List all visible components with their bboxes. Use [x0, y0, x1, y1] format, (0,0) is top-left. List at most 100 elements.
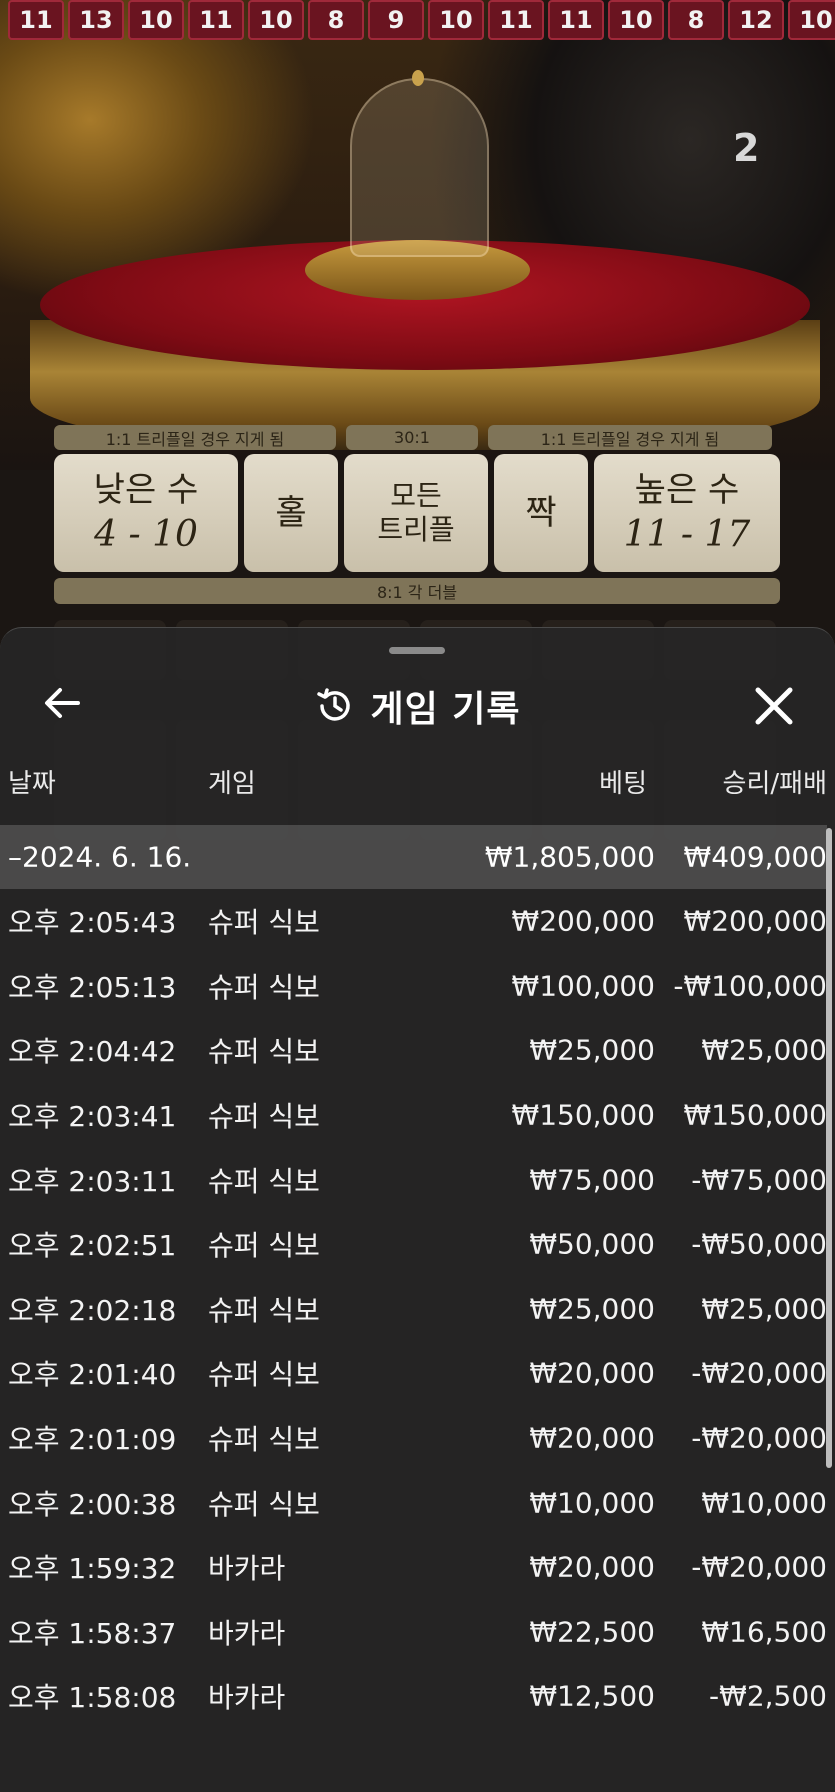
- dealer-number: 2: [733, 126, 760, 170]
- history-result: 13: [68, 0, 124, 40]
- row-win: -₩20,000: [691, 1550, 827, 1584]
- bet-any-triple[interactable]: 모든 트리플: [344, 454, 488, 572]
- row-win: ₩150,000: [683, 1098, 827, 1132]
- history-result: 11: [548, 0, 604, 40]
- table-row[interactable]: 오후 1:58:08 바카라 ₩12,500 -₩2,500: [0, 1664, 827, 1729]
- history-result: 11: [8, 0, 64, 40]
- row-win: ₩25,000: [701, 1033, 827, 1067]
- row-win: -₩2,500: [709, 1679, 827, 1713]
- table-row[interactable]: 오후 1:58:37 바카라 ₩22,500 ₩16,500: [0, 1600, 827, 1665]
- row-time: 오후 2:03:41: [8, 1100, 177, 1134]
- row-win: -₩20,000: [691, 1421, 827, 1455]
- row-bet: ₩20,000: [529, 1421, 655, 1455]
- history-result: 9: [368, 0, 424, 40]
- payout-label: 1:1 트리플일 경우 지게 됨: [488, 425, 772, 450]
- table-row[interactable]: 오후 2:02:18 슈퍼 식보 ₩25,000 ₩25,000: [0, 1277, 827, 1342]
- close-button[interactable]: [746, 678, 802, 734]
- bet-range: 4 - 10: [94, 513, 198, 555]
- history-result: 12: [728, 0, 784, 40]
- history-result: 10: [128, 0, 184, 40]
- row-time: 오후 1:58:08: [8, 1681, 177, 1715]
- row-time: 오후 1:59:32: [8, 1552, 177, 1586]
- bet-label: 홀: [275, 492, 307, 533]
- row-bet: ₩25,000: [529, 1292, 655, 1326]
- row-bet: ₩25,000: [529, 1033, 655, 1067]
- row-game: 슈퍼 식보: [208, 1164, 320, 1198]
- dome-knob: [412, 70, 424, 86]
- row-time: 오후 2:05:43: [8, 906, 177, 940]
- table-row[interactable]: 오후 2:02:51 슈퍼 식보 ₩50,000 -₩50,000: [0, 1212, 827, 1277]
- row-win: -₩50,000: [691, 1227, 827, 1261]
- table-row[interactable]: 오후 1:59:32 바카라 ₩20,000 -₩20,000: [0, 1535, 827, 1600]
- row-game: 슈퍼 식보: [208, 1229, 320, 1263]
- row-win: ₩200,000: [683, 904, 827, 938]
- row-win: ₩16,500: [701, 1615, 827, 1649]
- scrollbar[interactable]: [826, 828, 832, 1468]
- table-row[interactable]: 오후 2:05:43 슈퍼 식보 ₩200,000 ₩200,000: [0, 889, 827, 954]
- row-time: 오후 2:01:40: [8, 1358, 177, 1392]
- row-time: 오후 2:05:13: [8, 970, 177, 1004]
- bet-even[interactable]: 짝: [494, 454, 588, 572]
- row-time: 오후 1:58:37: [8, 1616, 177, 1650]
- row-game: 슈퍼 식보: [208, 970, 320, 1004]
- history-result: 8: [308, 0, 364, 40]
- table-row[interactable]: 오후 2:01:40 슈퍼 식보 ₩20,000 -₩20,000: [0, 1341, 827, 1406]
- history-result: 11: [188, 0, 244, 40]
- live-video-feed: 2: [0, 0, 835, 470]
- row-win: ₩10,000: [701, 1486, 827, 1520]
- row-game: 슈퍼 식보: [208, 1358, 320, 1392]
- table-header: 날짜 게임 베팅 승리/패배: [0, 763, 835, 807]
- row-time: 오후 2:03:11: [8, 1164, 177, 1198]
- bet-board: 1:1 트리플일 경우 지게 됨 30:1 1:1 트리플일 경우 지게 됨 낮…: [54, 425, 780, 604]
- row-game: 슈퍼 식보: [208, 1423, 320, 1457]
- group-win-total: ₩409,000: [683, 840, 827, 874]
- table-row[interactable]: 오후 2:03:11 슈퍼 식보 ₩75,000 -₩75,000: [0, 1147, 827, 1212]
- date-group-row[interactable]: –2024. 6. 16. ₩1,805,000 ₩409,000: [0, 825, 827, 889]
- history-result: 10: [608, 0, 664, 40]
- double-payout-label: 8:1 각 더블: [54, 578, 780, 604]
- bet-high[interactable]: 높은 수 11 - 17: [594, 454, 780, 572]
- history-icon: [317, 688, 351, 721]
- row-bet: ₩22,500: [529, 1615, 655, 1649]
- sheet-title: 게임 기록: [370, 689, 521, 730]
- bet-label: 짝: [525, 492, 557, 533]
- column-game: 게임: [208, 769, 256, 799]
- row-game: 바카라: [208, 1681, 286, 1715]
- row-game: 바카라: [208, 1616, 286, 1650]
- column-win-loss: 승리/패배: [722, 769, 827, 799]
- row-bet: ₩150,000: [511, 1098, 655, 1132]
- sheet-header: 게임 기록: [0, 670, 835, 740]
- row-win: -₩20,000: [691, 1356, 827, 1390]
- close-icon: [755, 687, 793, 725]
- row-time: 오후 2:02:51: [8, 1229, 177, 1263]
- row-game: 슈퍼 식보: [208, 1487, 320, 1521]
- row-time: 오후 2:01:09: [8, 1423, 177, 1457]
- row-win: -₩75,000: [691, 1163, 827, 1197]
- row-game: 슈퍼 식보: [208, 1100, 320, 1134]
- row-bet: ₩20,000: [529, 1356, 655, 1390]
- table-row[interactable]: 오후 2:03:41 슈퍼 식보 ₩150,000 ₩150,000: [0, 1083, 827, 1148]
- drag-handle[interactable]: [389, 647, 445, 654]
- row-time: 오후 2:00:38: [8, 1487, 177, 1521]
- row-time: 오후 2:04:42: [8, 1035, 177, 1069]
- game-history-sheet: 게임 기록 날짜 게임 베팅 승리/패배 –2024. 6. 16. ₩1,80…: [0, 627, 835, 1792]
- row-bet: ₩10,000: [529, 1486, 655, 1520]
- row-game: 슈퍼 식보: [208, 1035, 320, 1069]
- row-bet: ₩200,000: [511, 904, 655, 938]
- row-bet: ₩100,000: [511, 969, 655, 1003]
- row-win: -₩100,000: [673, 969, 827, 1003]
- table-row[interactable]: 오후 2:04:42 슈퍼 식보 ₩25,000 ₩25,000: [0, 1018, 827, 1083]
- row-bet: ₩12,500: [529, 1679, 655, 1713]
- row-bet: ₩20,000: [529, 1550, 655, 1584]
- bet-low[interactable]: 낮은 수 4 - 10: [54, 454, 238, 572]
- history-result: 11: [488, 0, 544, 40]
- history-result: 10: [248, 0, 304, 40]
- bet-odd[interactable]: 홀: [244, 454, 338, 572]
- table-row[interactable]: 오후 2:05:13 슈퍼 식보 ₩100,000 -₩100,000: [0, 954, 827, 1019]
- payout-label: 1:1 트리플일 경우 지게 됨: [54, 425, 336, 450]
- table-row[interactable]: 오후 2:01:09 슈퍼 식보 ₩20,000 -₩20,000: [0, 1406, 827, 1471]
- table-row[interactable]: 오후 2:00:38 슈퍼 식보 ₩10,000 ₩10,000: [0, 1470, 827, 1535]
- dice-shaker-dome: [350, 78, 489, 257]
- row-bet: ₩50,000: [529, 1227, 655, 1261]
- history-result: 8: [668, 0, 724, 40]
